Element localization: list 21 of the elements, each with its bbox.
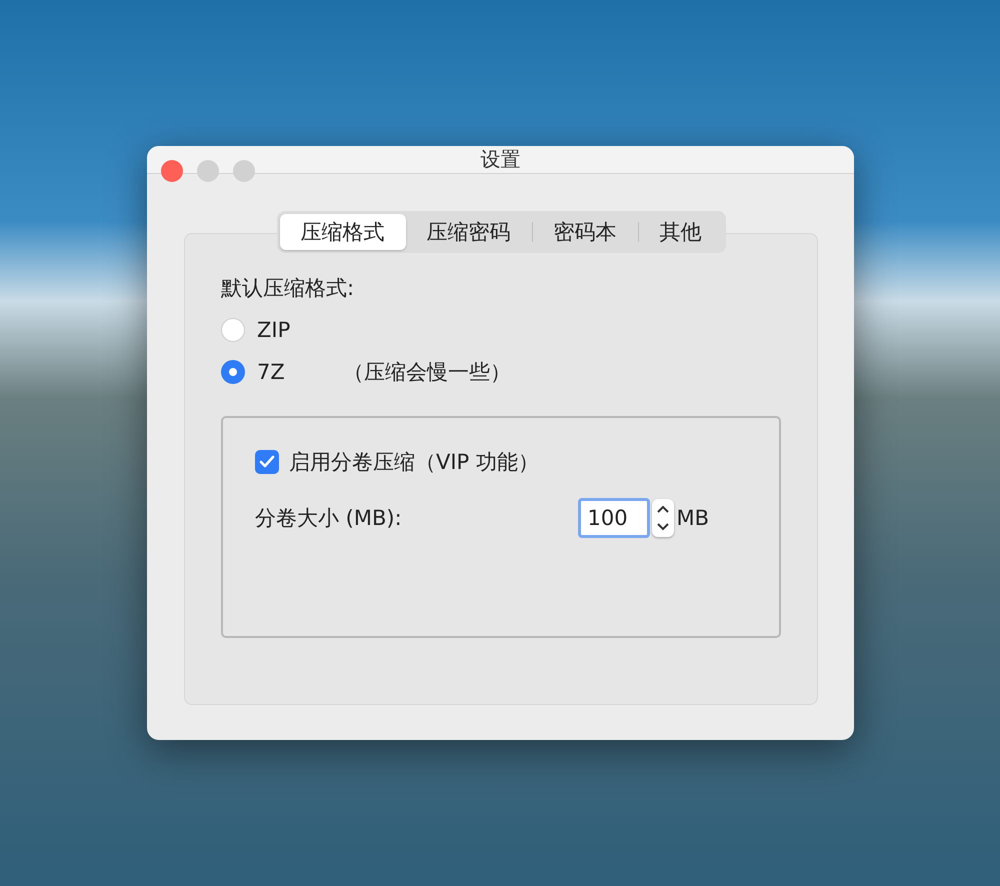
checkbox[interactable] bbox=[255, 450, 279, 474]
size-input[interactable]: 100 bbox=[578, 498, 650, 538]
tab[interactable]: 密码本 bbox=[532, 214, 638, 250]
radio-label: ZIP bbox=[257, 318, 290, 342]
close-button[interactable] bbox=[161, 160, 183, 182]
window-title: 设置 bbox=[480, 146, 520, 173]
format-label: 默认压缩格式: bbox=[221, 275, 356, 302]
zoom-button[interactable] bbox=[233, 160, 255, 182]
checkmark-icon bbox=[259, 455, 275, 469]
stepper-icon[interactable] bbox=[652, 499, 674, 537]
minimize-button[interactable] bbox=[197, 160, 219, 182]
radio-button[interactable] bbox=[221, 318, 245, 342]
format-note: （压缩会慢一些） bbox=[342, 359, 511, 386]
tab[interactable]: 其他 bbox=[638, 214, 722, 250]
radio-label: 7Z bbox=[257, 360, 285, 384]
tab[interactable]: 压缩格式 bbox=[280, 214, 406, 250]
size-label: 分卷大小 (MB): bbox=[255, 505, 402, 532]
tab[interactable]: 压缩密码 bbox=[406, 214, 532, 250]
unit-label: MB bbox=[676, 506, 709, 530]
radio-button[interactable] bbox=[221, 360, 245, 384]
checkbox-label: 启用分卷压缩（VIP 功能） bbox=[289, 449, 539, 476]
